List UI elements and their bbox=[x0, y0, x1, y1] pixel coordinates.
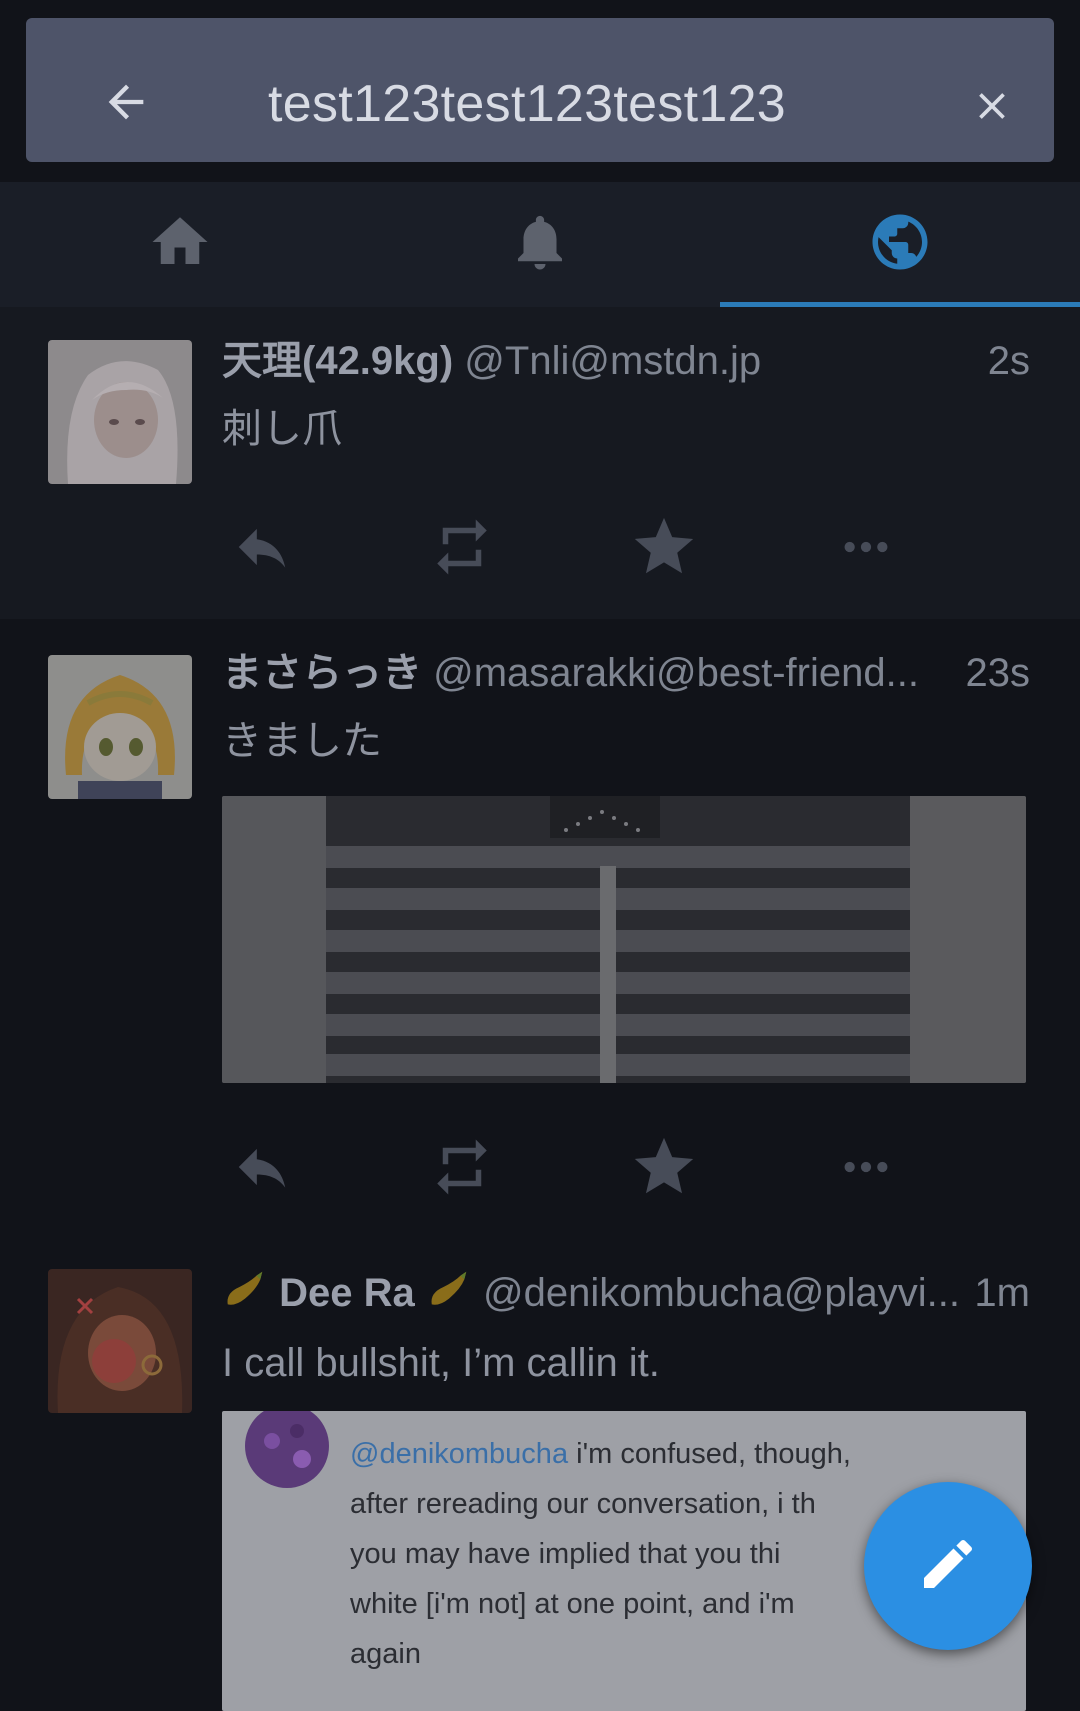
quoted-mention: @denikombucha bbox=[350, 1438, 569, 1470]
status-actions bbox=[222, 1127, 922, 1207]
avatar[interactable] bbox=[48, 1269, 192, 1413]
display-name[interactable]: まさらっき bbox=[222, 651, 422, 695]
favourite-icon[interactable] bbox=[624, 507, 704, 587]
account-handle[interactable]: @denikombucha@playvi... bbox=[483, 1271, 960, 1315]
more-icon[interactable] bbox=[826, 507, 906, 587]
timestamp[interactable]: 1m bbox=[962, 1263, 1030, 1323]
globe-icon bbox=[867, 209, 933, 280]
favourite-icon[interactable] bbox=[624, 1127, 704, 1207]
display-name-text: Dee Ra bbox=[279, 1271, 415, 1315]
bell-icon bbox=[507, 209, 573, 280]
tab-notifications[interactable] bbox=[360, 182, 720, 307]
status-content: I call bullshit, I’m callin it. bbox=[222, 1341, 660, 1385]
boost-icon[interactable] bbox=[422, 1127, 502, 1207]
status-content: きました bbox=[222, 719, 382, 763]
status-item[interactable]: まさらっき @masarakki@best-friend... 23s きました bbox=[0, 619, 1080, 1239]
arrow-back-icon[interactable] bbox=[100, 76, 152, 133]
home-icon bbox=[147, 209, 213, 280]
tab-home[interactable] bbox=[0, 182, 360, 307]
avatar[interactable] bbox=[48, 655, 192, 799]
pencil-icon bbox=[916, 1532, 980, 1601]
eggplant-emoji-icon bbox=[415, 1271, 483, 1315]
status-item[interactable]: 天理(42.9kg) @Tnli@mstdn.jp 2s 刺し爪 bbox=[0, 307, 1080, 619]
quoted-avatar bbox=[245, 1411, 329, 1488]
status-actions bbox=[222, 507, 922, 587]
search-input[interactable]: test123test123test123 bbox=[268, 74, 786, 134]
close-icon[interactable] bbox=[970, 84, 1014, 133]
more-icon[interactable] bbox=[826, 1127, 906, 1207]
reply-icon[interactable] bbox=[222, 1127, 302, 1207]
tab-federated[interactable] bbox=[720, 182, 1080, 307]
status-content: 刺し爪 bbox=[222, 407, 342, 451]
timestamp[interactable]: 2s bbox=[975, 331, 1030, 391]
quoted-text: @denikombucha i'm confused, though, afte… bbox=[350, 1438, 851, 1670]
account-handle[interactable]: @masarakki@best-friend... bbox=[433, 651, 919, 695]
timestamp[interactable]: 23s bbox=[953, 643, 1030, 703]
reply-icon[interactable] bbox=[222, 507, 302, 587]
boost-icon[interactable] bbox=[422, 507, 502, 587]
avatar[interactable] bbox=[48, 340, 192, 484]
search-bar: test123test123test123 bbox=[26, 18, 1054, 162]
media-attachment[interactable] bbox=[222, 796, 1026, 1083]
account-handle[interactable]: @Tnli@mstdn.jp bbox=[464, 339, 761, 383]
display-name[interactable]: Dee Ra bbox=[222, 1271, 483, 1315]
compose-button[interactable] bbox=[864, 1482, 1032, 1650]
eggplant-emoji-icon bbox=[222, 1271, 279, 1315]
tab-bar bbox=[0, 182, 1080, 307]
display-name[interactable]: 天理(42.9kg) bbox=[222, 339, 453, 383]
